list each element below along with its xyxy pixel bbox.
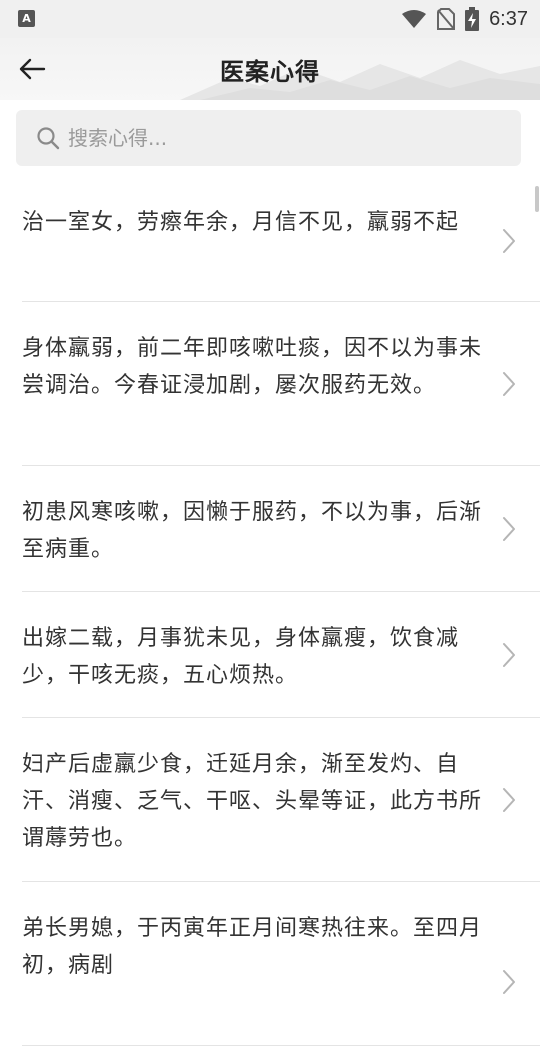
chevron-right-icon: [503, 229, 515, 253]
list-item-text: 妇产后虚羸少食，迁延月余，渐至发灼、自汗、消瘦、乏气、干呕、头晕等证，此方书所谓…: [22, 752, 483, 851]
page-title: 医案心得: [220, 58, 320, 86]
chevron-right-icon: [503, 372, 515, 396]
chevron-right-icon: [503, 788, 515, 812]
status-time: 6:37: [489, 7, 528, 30]
list-item[interactable]: 初患风寒咳嗽，因懒于服药，不以为事，后渐至病重。: [22, 466, 540, 592]
notification-app-icon: A: [18, 10, 35, 27]
search-icon: [37, 127, 60, 150]
list-item[interactable]: 弟长男媳，于丙寅年正月间寒热往来。至四月初，病剧: [22, 882, 540, 1046]
list-item-text: 初患风寒咳嗽，因懒于服药，不以为事，后渐至病重。: [22, 500, 483, 562]
wifi-icon: [402, 10, 427, 28]
chevron-right-icon: [503, 970, 515, 994]
case-list: 治一室女，劳瘵年余，月信不见，羸弱不起身体羸弱，前二年即咳嗽吐痰，因不以为事未尝…: [0, 186, 540, 1046]
list-item-text: 治一室女，劳瘵年余，月信不见，羸弱不起: [22, 210, 460, 235]
list-item-text: 身体羸弱，前二年即咳嗽吐痰，因不以为事未尝调治。今春证浸加剧，屡次服药无效。: [22, 336, 483, 398]
status-bar: A 6:37: [0, 0, 540, 38]
list-item-text: 出嫁二载，月事犹未见，身体羸瘦，饮食减少，干咳无痰，五心烦热。: [22, 626, 460, 688]
chevron-right-icon: [503, 517, 515, 541]
battery-charging-icon: [465, 7, 480, 31]
list-item[interactable]: 身体羸弱，前二年即咳嗽吐痰，因不以为事未尝调治。今春证浸加剧，屡次服药无效。: [22, 302, 540, 466]
search-input[interactable]: [66, 125, 490, 151]
app-header: 医案心得: [0, 38, 540, 100]
status-icons: 6:37: [401, 6, 528, 32]
list-item[interactable]: 妇产后虚羸少食，迁延月余，渐至发灼、自汗、消瘦、乏气、干呕、头晕等证，此方书所谓…: [22, 718, 540, 882]
no-sim-icon: [437, 8, 456, 30]
chevron-right-icon: [503, 643, 515, 667]
scrollbar[interactable]: [535, 186, 539, 212]
list-item-text: 弟长男媳，于丙寅年正月间寒热往来。至四月初，病剧: [22, 916, 483, 978]
list-item[interactable]: 出嫁二载，月事犹未见，身体羸瘦，饮食减少，干咳无痰，五心烦热。: [22, 592, 540, 718]
list-item[interactable]: 治一室女，劳瘵年余，月信不见，羸弱不起: [22, 186, 540, 302]
search-bar[interactable]: [16, 110, 521, 166]
